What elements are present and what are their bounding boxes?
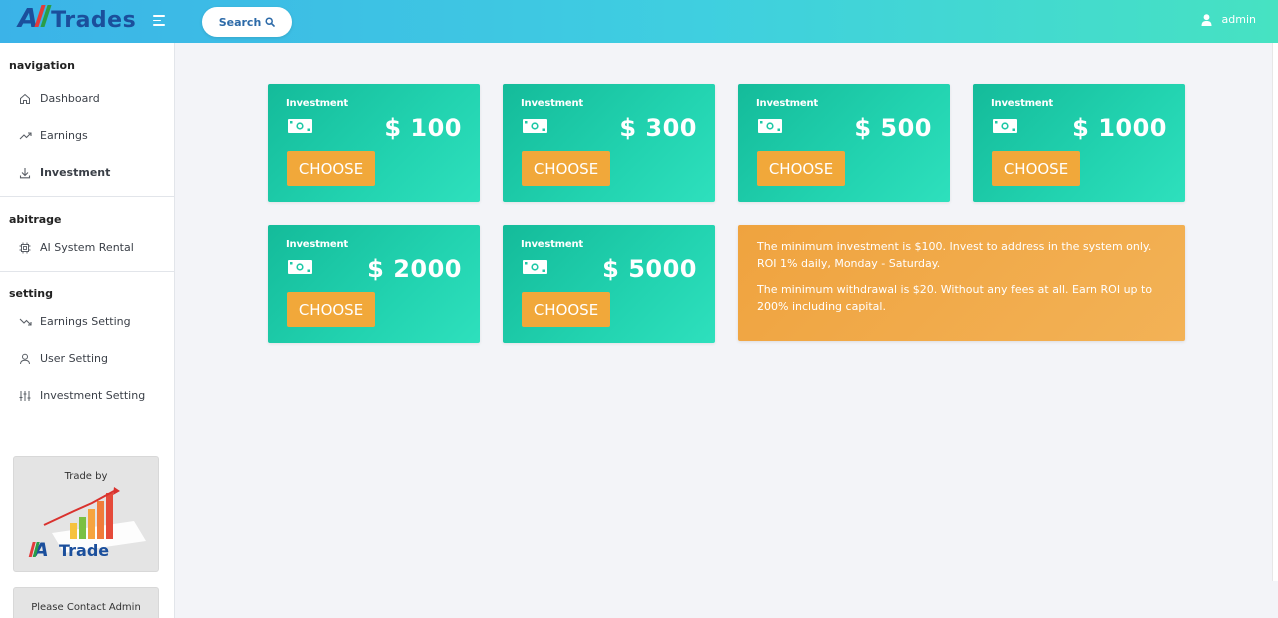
trending-up-icon xyxy=(18,129,32,143)
section-title-abitrage: abitrage xyxy=(9,213,62,226)
investment-card-1000: Investment $ 1000 CHOOSE xyxy=(973,84,1185,202)
sidebar-item-label: User Setting xyxy=(40,352,108,365)
user-name: admin xyxy=(1221,13,1256,26)
investment-card-5000: Investment $ 5000 CHOOSE xyxy=(503,225,715,343)
logo[interactable]: A Trades xyxy=(18,4,136,38)
card-amount: $ 5000 xyxy=(602,255,697,283)
promo-banner[interactable]: Trade by A Trade xyxy=(13,456,159,572)
sidebar-item-label: Investment Setting xyxy=(40,389,146,402)
search-button[interactable]: Search xyxy=(202,7,292,37)
section-title-navigation: navigation xyxy=(9,59,75,72)
card-label: Investment xyxy=(521,98,583,109)
sidebar-item-label: Investment xyxy=(40,166,111,179)
sidebar-item-investment-setting[interactable]: Investment Setting xyxy=(0,377,174,414)
user-icon xyxy=(18,352,32,366)
cash-icon xyxy=(288,119,312,133)
investment-card-500: Investment $ 500 CHOOSE xyxy=(738,84,950,202)
card-label: Investment xyxy=(756,98,818,109)
info-investment-text: The minimum investment is $100. Invest t… xyxy=(757,240,1152,270)
right-panel-edge xyxy=(1272,43,1278,581)
user-icon xyxy=(1201,13,1212,26)
cash-icon xyxy=(993,119,1017,133)
cpu-icon xyxy=(18,241,32,255)
promo-title: Trade by xyxy=(64,471,108,482)
card-label: Investment xyxy=(521,239,583,250)
choose-button[interactable]: CHOOSE xyxy=(522,292,610,327)
top-header: A Trades Search admin xyxy=(0,0,1278,43)
trending-down-icon xyxy=(18,315,32,329)
investment-card-100: Investment $ 100 CHOOSE xyxy=(268,84,480,202)
sliders-icon xyxy=(18,389,32,403)
sidebar-item-label: AI System Rental xyxy=(40,241,134,254)
choose-button[interactable]: CHOOSE xyxy=(287,151,375,186)
sidebar-item-label: Dashboard xyxy=(40,92,100,105)
cash-icon xyxy=(523,260,547,274)
choose-button[interactable]: CHOOSE xyxy=(992,151,1080,186)
user-menu[interactable]: admin xyxy=(1201,13,1256,26)
cash-icon xyxy=(288,260,312,274)
card-label: Investment xyxy=(286,98,348,109)
card-amount: $ 2000 xyxy=(367,255,462,283)
download-icon xyxy=(18,166,32,180)
info-withdrawal-text: The minimum withdrawal is $20. Without a… xyxy=(757,283,1153,313)
choose-button[interactable]: CHOOSE xyxy=(757,151,845,186)
svg-text:Trade: Trade xyxy=(59,541,109,560)
card-amount: $ 1000 xyxy=(1072,114,1167,142)
logo-trades-text: Trades xyxy=(51,8,137,33)
sidebar-item-dashboard[interactable]: Dashboard xyxy=(0,80,174,117)
search-label: Search xyxy=(218,15,262,29)
card-amount: $ 100 xyxy=(384,114,462,142)
choose-button[interactable]: CHOOSE xyxy=(287,292,375,327)
card-amount: $ 500 xyxy=(854,114,932,142)
sidebar-item-investment[interactable]: Investment xyxy=(0,154,174,191)
search-icon xyxy=(265,17,276,27)
investment-card-2000: Investment $ 2000 CHOOSE xyxy=(268,225,480,343)
choose-button[interactable]: CHOOSE xyxy=(522,151,610,186)
cash-icon xyxy=(758,119,782,133)
card-amount: $ 300 xyxy=(619,114,697,142)
sidebar-item-ai-system-rental[interactable]: AI System Rental xyxy=(0,229,174,266)
cash-icon xyxy=(523,119,547,133)
contact-admin-box[interactable]: Please Contact Admin xyxy=(13,587,159,618)
sidebar-item-earnings-setting[interactable]: Earnings Setting xyxy=(0,303,174,340)
sidebar-item-user-setting[interactable]: User Setting xyxy=(0,340,174,377)
menu-toggle-icon[interactable] xyxy=(153,15,167,27)
section-title-setting: setting xyxy=(9,287,53,300)
investment-info-box: The minimum investment is $100. Invest t… xyxy=(738,225,1185,341)
card-label: Investment xyxy=(991,98,1053,109)
sidebar-item-earnings[interactable]: Earnings xyxy=(0,117,174,154)
home-icon xyxy=(18,92,32,106)
card-label: Investment xyxy=(286,239,348,250)
alltrade-logo: A Trade xyxy=(28,487,146,561)
sidebar: navigation Dashboard Earnings Investment… xyxy=(0,43,175,618)
sidebar-item-label: Earnings Setting xyxy=(40,315,131,328)
sidebar-item-label: Earnings xyxy=(40,129,88,142)
logo-all-text: A xyxy=(18,4,38,34)
investment-card-300: Investment $ 300 CHOOSE xyxy=(503,84,715,202)
